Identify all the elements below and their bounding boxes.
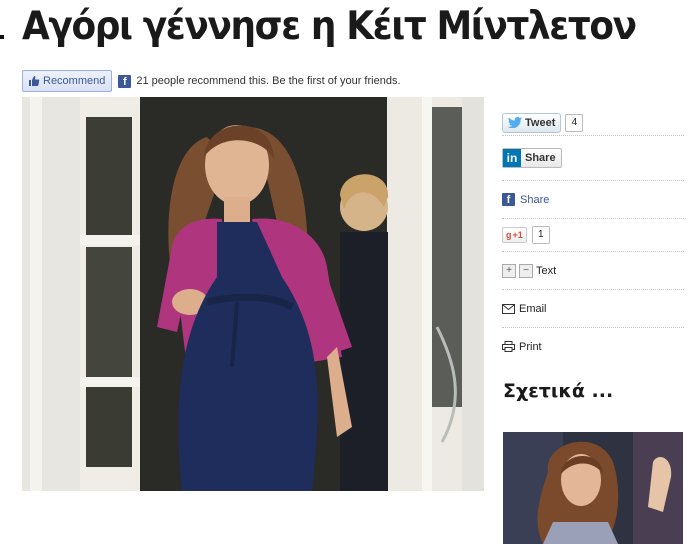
gplus-icon: g xyxy=(506,230,512,240)
plus-icon[interactable]: + xyxy=(502,263,516,278)
facebook-icon: f xyxy=(502,193,515,206)
share-row-linkedin: in Share xyxy=(502,136,684,181)
gplus-label: +1 xyxy=(512,230,523,240)
title-bullet xyxy=(0,35,4,39)
share-row-print: Print xyxy=(502,328,684,365)
recommend-label: Recommend xyxy=(43,75,106,87)
share-sidebar: Tweet 4 in Share f Share g +1 1 + − Text… xyxy=(502,110,684,365)
facebook-share-button[interactable]: f Share xyxy=(502,193,549,206)
related-article-thumbnail[interactable] xyxy=(503,432,683,544)
gplus-button[interactable]: g +1 xyxy=(502,227,527,243)
share-row-gplus: g +1 1 xyxy=(502,219,684,252)
printer-icon xyxy=(502,341,515,352)
share-row-twitter: Tweet 4 xyxy=(502,110,684,136)
share-row-facebook: f Share xyxy=(502,181,684,219)
article-title: Αγόρι γέννησε η Κέιτ Μίντλετον xyxy=(22,4,637,49)
tweet-count: 4 xyxy=(565,113,584,132)
thumbs-up-icon xyxy=(29,76,40,86)
recommend-count-text: 21 people recommend this. Be the first o… xyxy=(136,75,401,87)
article-main-photo xyxy=(22,97,484,491)
facebook-icon: f xyxy=(118,74,132,88)
linkedin-share-label: Share xyxy=(525,152,556,164)
tweet-label: Tweet xyxy=(525,116,556,129)
print-label: Print xyxy=(519,340,542,353)
twitter-bird-icon xyxy=(508,117,522,128)
print-link[interactable]: Print xyxy=(502,341,542,353)
email-link[interactable]: Email xyxy=(502,303,547,315)
text-size-label: Text xyxy=(536,264,557,277)
minus-icon[interactable]: − xyxy=(519,263,533,278)
email-label: Email xyxy=(519,302,547,315)
gplus-count: 1 xyxy=(531,226,550,244)
envelope-icon xyxy=(502,303,515,314)
share-row-email: Email xyxy=(502,290,684,328)
linkedin-share-button[interactable]: in Share xyxy=(502,148,562,168)
facebook-recommend-bar: Recommend f 21 people recommend this. Be… xyxy=(22,69,401,93)
facebook-recommend-button[interactable]: Recommend xyxy=(22,70,113,92)
share-row-text-size: + − Text xyxy=(502,252,684,290)
related-heading: Σχετικά ... xyxy=(503,380,614,402)
facebook-share-label: Share xyxy=(520,193,550,206)
linkedin-icon: in xyxy=(503,149,521,167)
tweet-button[interactable]: Tweet xyxy=(502,112,562,133)
